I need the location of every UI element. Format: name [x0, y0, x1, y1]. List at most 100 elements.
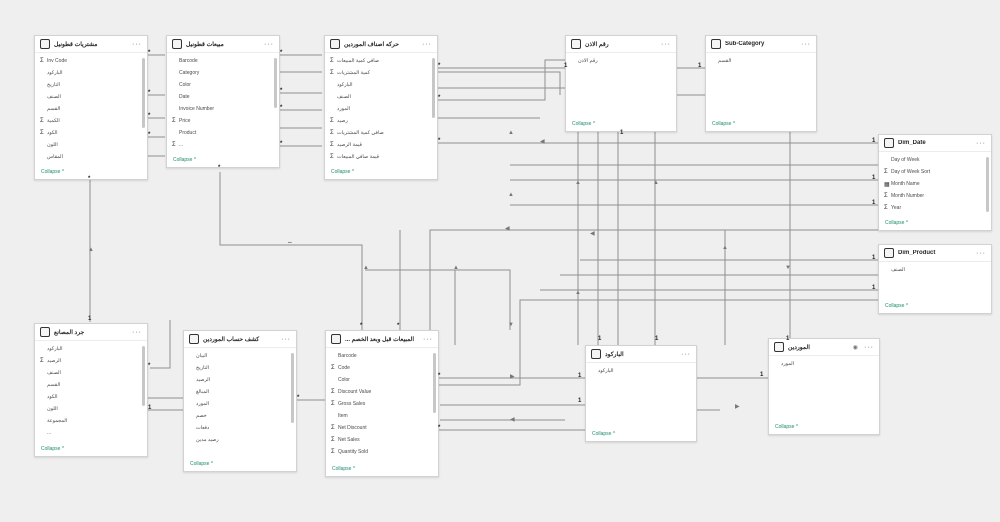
field-row[interactable]: اللون [35, 139, 147, 151]
field-row[interactable]: Barcode [167, 55, 279, 67]
more-options-icon[interactable]: ··· [281, 336, 291, 343]
field-row[interactable]: الباركود [586, 365, 696, 377]
field-row[interactable]: Σ Price [167, 115, 279, 127]
more-options-icon[interactable]: ··· [132, 41, 142, 48]
hidden-eye-icon[interactable]: ◉ [853, 344, 858, 351]
collapse-button[interactable]: Collapse ^ [712, 121, 735, 127]
field-row[interactable]: Σ صافي كمية المشتريات [325, 127, 437, 139]
field-row[interactable]: التاريخ [35, 79, 147, 91]
field-row[interactable]: Color [167, 79, 279, 91]
scrollbar[interactable] [432, 58, 435, 118]
field-row[interactable]: Σ Inv Code [35, 55, 147, 67]
field-row[interactable]: Invoice Number [167, 103, 279, 115]
more-options-icon[interactable]: ··· [423, 336, 433, 343]
scrollbar[interactable] [274, 58, 277, 108]
field-row[interactable]: المقاس [35, 151, 147, 163]
field-row[interactable]: Σ Quantity Sold [326, 446, 438, 458]
field-row[interactable]: الرصيد [184, 374, 296, 386]
field-row[interactable]: المورد [184, 398, 296, 410]
field-row[interactable]: دفعات [184, 422, 296, 434]
field-row[interactable]: Σ Day of Week Sort [879, 166, 991, 178]
collapse-button[interactable]: Collapse ^ [41, 446, 64, 452]
field-row[interactable]: Σ الكمية [35, 115, 147, 127]
more-options-icon[interactable]: ··· [864, 344, 874, 351]
more-options-icon[interactable]: ··· [132, 329, 142, 336]
table-card-permit-number[interactable]: رقم الاذن ··· رقم الاذن Collapse ^ [565, 35, 677, 132]
field-row[interactable]: القسم [35, 379, 147, 391]
collapse-button[interactable]: Collapse ^ [190, 461, 213, 467]
more-options-icon[interactable]: ··· [976, 250, 986, 257]
field-row[interactable]: القسم [706, 55, 816, 67]
table-card-dim-product[interactable]: Dim_Product ··· الصنف Collapse ^ [878, 244, 992, 314]
field-row[interactable]: Category [167, 67, 279, 79]
field-row[interactable]: Color [326, 374, 438, 386]
field-row[interactable]: الصنف [879, 264, 991, 276]
field-row[interactable]: Σ Month Number [879, 190, 991, 202]
table-card-supplier-statement[interactable]: كشف حساب الموردين ··· البيان التاريخ الرص… [183, 330, 297, 472]
collapse-button[interactable]: Collapse ^ [173, 157, 196, 163]
field-row[interactable]: Date [167, 91, 279, 103]
field-row[interactable]: Item [326, 410, 438, 422]
collapse-button[interactable]: Collapse ^ [885, 303, 908, 309]
field-row[interactable]: القسم [35, 103, 147, 115]
field-row[interactable]: Product [167, 127, 279, 139]
scrollbar[interactable] [986, 157, 989, 212]
field-row[interactable]: المجموعة [35, 415, 147, 427]
collapse-button[interactable]: Collapse ^ [592, 431, 615, 437]
field-row[interactable]: البيان [184, 350, 296, 362]
collapse-button[interactable]: Collapse ^ [332, 466, 355, 472]
more-options-icon[interactable]: ··· [976, 140, 986, 147]
table-card-sales-before-discount[interactable]: ... المبيعات قبل وبعد الخصم ··· Barcode Σ… [325, 330, 439, 477]
collapse-button[interactable]: Collapse ^ [331, 169, 354, 175]
field-row[interactable]: الصنف [35, 91, 147, 103]
table-card-barcode[interactable]: الباركود ··· الباركود Collapse ^ [585, 345, 697, 442]
collapse-button[interactable]: Collapse ^ [775, 424, 798, 430]
more-options-icon[interactable]: ··· [264, 41, 274, 48]
table-card-purchases-cotton[interactable]: مشتريات قطونيل ··· Σ Inv Code الباركود الت… [34, 35, 148, 180]
field-row[interactable]: Σ رصيد [325, 115, 437, 127]
field-row[interactable]: Σ الرصيد [35, 355, 147, 367]
table-card-sales-cotton[interactable]: مبيعات قطونيل ··· Barcode Category Color … [166, 35, 280, 168]
field-row[interactable]: Day of Week [879, 154, 991, 166]
table-card-suppliers[interactable]: الموردين ◉ ··· المورد Collapse ^ [768, 338, 880, 435]
field-row[interactable]: Σ Year [879, 202, 991, 214]
field-row[interactable]: خصم [184, 410, 296, 422]
field-row[interactable]: Σ Discount Value [326, 386, 438, 398]
field-row[interactable]: الباركود [35, 67, 147, 79]
table-card-supplier-items[interactable]: حركه اصناف الموردين ··· Σ صافي كمية المبيع… [324, 35, 438, 180]
field-row[interactable]: Σ Net Discount [326, 422, 438, 434]
field-row[interactable]: Σ كمية المشتريات [325, 67, 437, 79]
table-card-dim-date[interactable]: Dim_Date ··· Day of Week Σ Day of Week Sor… [878, 134, 992, 231]
field-row[interactable]: المورد [769, 358, 879, 370]
field-row[interactable]: رصيد مدين [184, 434, 296, 446]
scrollbar[interactable] [433, 353, 436, 413]
table-card-stock-count[interactable]: جرد المصانع ··· الباركود Σ الرصيد الصنف ال… [34, 323, 148, 457]
field-row[interactable]: Σ صافي كمية المبيعات [325, 55, 437, 67]
more-options-icon[interactable]: ··· [661, 41, 671, 48]
field-row[interactable]: Σ الكود [35, 127, 147, 139]
field-row[interactable]: اللون [35, 403, 147, 415]
collapse-button[interactable]: Collapse ^ [885, 220, 908, 226]
model-canvas[interactable]: مشتريات قطونيل ··· Σ Inv Code الباركود الت… [0, 0, 1000, 522]
more-options-icon[interactable]: ··· [801, 41, 811, 48]
field-row[interactable]: المورد [325, 103, 437, 115]
field-row[interactable]: الصنف [35, 367, 147, 379]
field-row[interactable]: Barcode [326, 350, 438, 362]
field-row[interactable]: الكود [35, 391, 147, 403]
field-row[interactable]: Σ قيمة الرصيد [325, 139, 437, 151]
field-row[interactable]: الصنف [325, 91, 437, 103]
collapse-button[interactable]: Collapse ^ [572, 121, 595, 127]
scrollbar[interactable] [142, 346, 145, 406]
field-row[interactable]: ... [35, 427, 147, 439]
field-row[interactable]: المبالغ [184, 386, 296, 398]
field-row[interactable]: ▦ Month Name [879, 178, 991, 190]
more-options-icon[interactable]: ··· [681, 351, 691, 358]
field-row[interactable]: Σ... [167, 139, 279, 151]
field-row[interactable]: Σ قيمة صافي المبيعات [325, 151, 437, 163]
field-row[interactable]: الباركود [35, 343, 147, 355]
field-row[interactable]: التاريخ [184, 362, 296, 374]
field-row[interactable]: الباركود [325, 79, 437, 91]
field-row[interactable]: رقم الاذن [566, 55, 676, 67]
table-card-sub-category[interactable]: Sub-Category ··· القسم Collapse ^ [705, 35, 817, 132]
scrollbar[interactable] [142, 58, 145, 128]
